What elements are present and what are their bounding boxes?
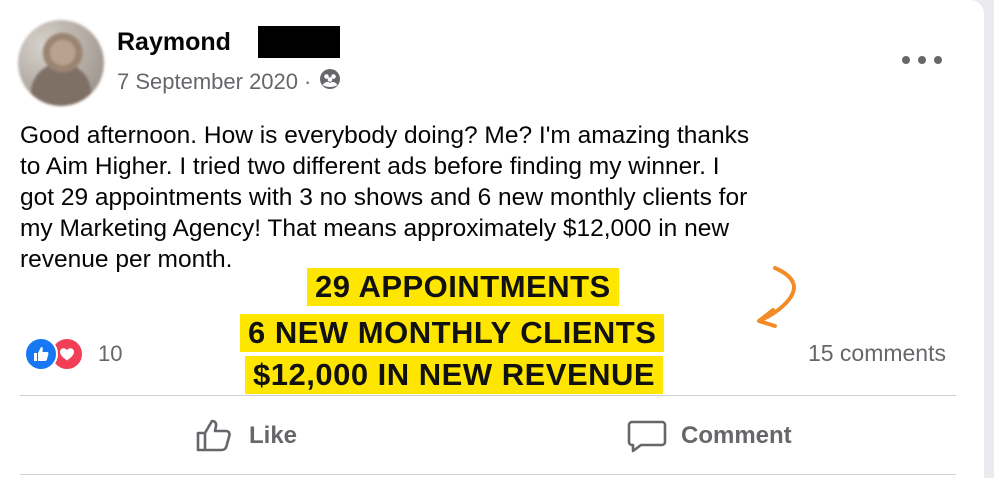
- post-line: Good afternoon. How is everybody doing? …: [20, 122, 750, 149]
- curved-arrow-icon: [757, 266, 796, 328]
- comment-bubble-icon: [627, 420, 667, 453]
- meta-separator: ·: [304, 69, 312, 94]
- highlight-appointments: 29 APPOINTMENTS: [307, 268, 619, 306]
- post-card: Raymond 7 September 2020 · Good afternoo…: [0, 0, 984, 478]
- comment-label: Comment: [681, 422, 792, 449]
- post-line: to Aim Higher. I tried two different ads…: [20, 153, 720, 180]
- post-date[interactable]: 7 September 2020: [117, 69, 298, 95]
- divider: [20, 474, 956, 475]
- redacted-surname: [258, 26, 340, 58]
- author-name[interactable]: Raymond: [117, 28, 231, 57]
- like-label: Like: [249, 422, 298, 449]
- reactions-summary[interactable]: 10: [24, 337, 122, 371]
- author-avatar[interactable]: [18, 20, 104, 106]
- like-button[interactable]: Like: [195, 418, 297, 454]
- highlight-clients: 6 NEW MONTHLY CLIENTS: [240, 314, 665, 352]
- like-icon: [24, 337, 58, 371]
- friends-icon[interactable]: [319, 68, 341, 96]
- post-body: Good afternoon. How is everybody doing? …: [20, 120, 960, 275]
- more-options-icon[interactable]: [902, 50, 942, 70]
- comments-count[interactable]: 15 comments: [808, 340, 946, 367]
- thumbs-up-icon: [196, 419, 231, 452]
- divider: [20, 395, 956, 396]
- reaction-count: 10: [98, 341, 123, 366]
- comment-button[interactable]: Comment: [627, 418, 792, 454]
- post-line: got 29 appointments with 3 no shows and …: [20, 184, 748, 211]
- post-line: my Marketing Agency! That means approxim…: [20, 215, 730, 242]
- highlight-revenue: $12,000 IN NEW REVENUE: [245, 356, 664, 394]
- post-meta: 7 September 2020 ·: [117, 68, 341, 96]
